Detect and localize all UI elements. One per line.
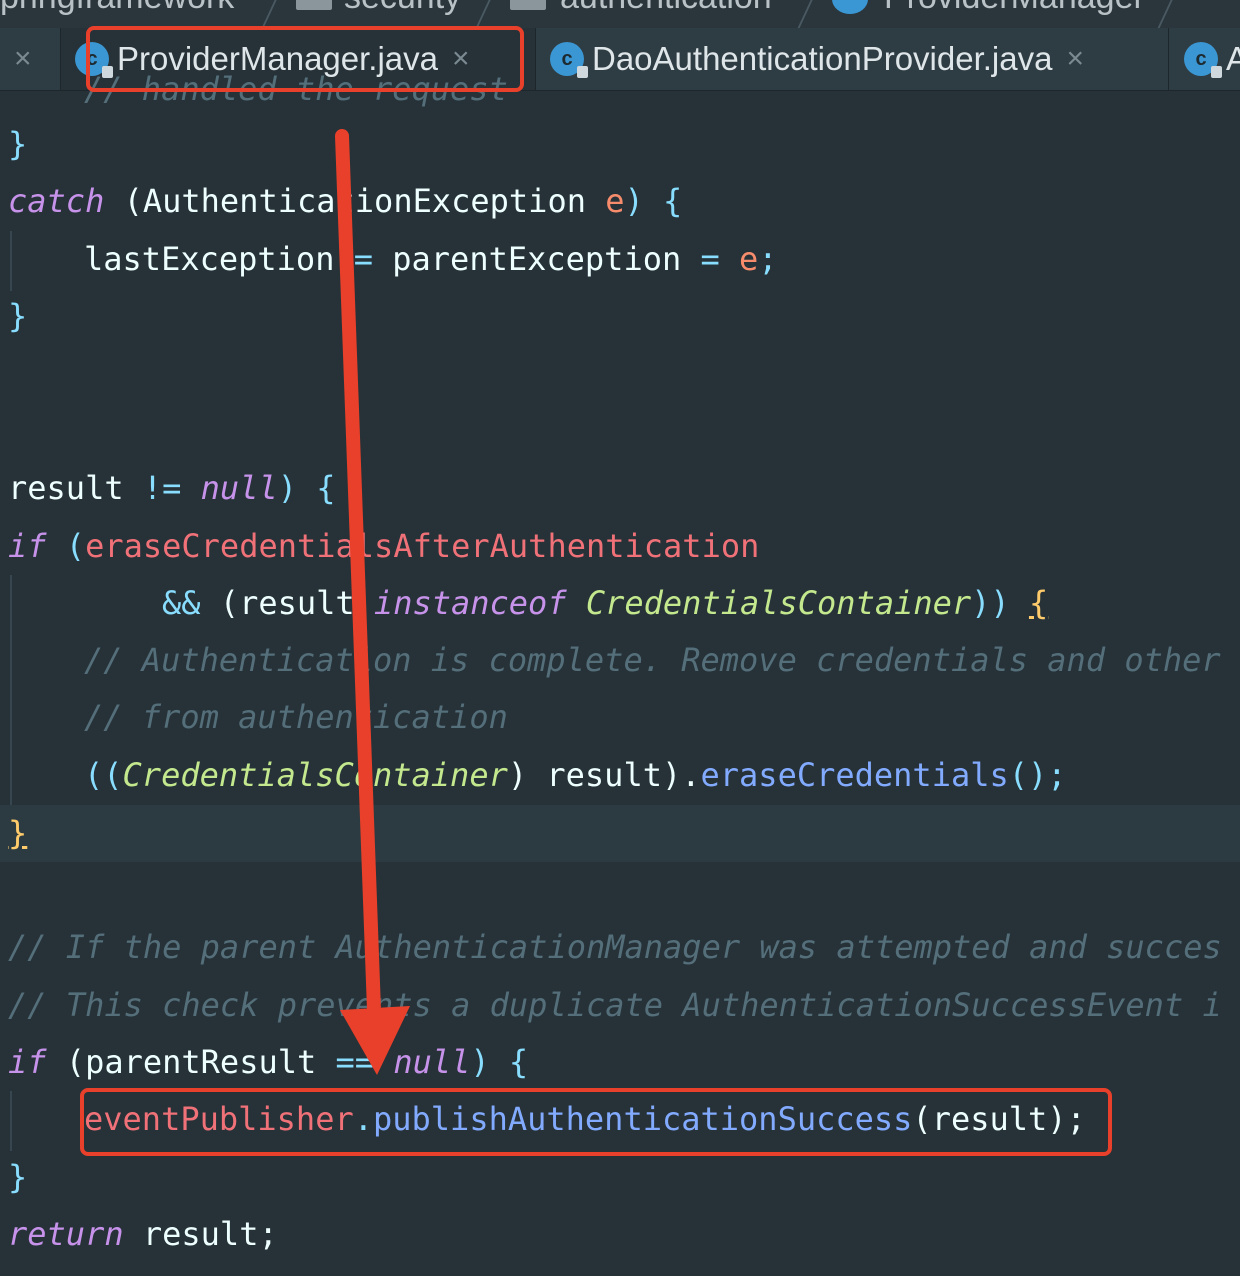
breadcrumb-item[interactable]: pringframework: [0, 0, 234, 17]
code-line: }: [8, 125, 28, 163]
code-keyword: catch: [8, 182, 105, 220]
code-text: (AuthenticationException: [104, 182, 606, 220]
folder-icon: [510, 0, 546, 10]
breadcrumb-separator: [474, 0, 496, 28]
code-operator: =: [334, 240, 393, 278]
tab-dao-authentication-provider[interactable]: c DaoAuthenticationProvider.java ×: [550, 28, 1084, 90]
code-text: (parentResult: [46, 1043, 336, 1081]
code-param: e: [605, 182, 625, 220]
breadcrumb-separator: [796, 0, 818, 28]
code-line: result != null) {: [8, 460, 336, 517]
current-line-highlight: [0, 805, 1240, 862]
code-brace-match: {: [1028, 584, 1049, 622]
code-variable: lastException: [84, 240, 335, 278]
code-text: result;: [123, 1215, 278, 1253]
code-variable: result: [8, 469, 143, 507]
code-text: ) {: [624, 182, 683, 220]
code-operator: !=: [142, 469, 182, 507]
code-text: ((: [84, 756, 123, 794]
code-param: e: [739, 240, 759, 278]
code-operator: ==: [335, 1043, 375, 1081]
breadcrumb-separator: [1156, 0, 1178, 28]
indent-guide: [10, 231, 12, 291]
breadcrumb-separator: [260, 0, 282, 28]
tab-label: DaoAuthenticationProvider.java: [592, 40, 1053, 77]
breadcrumb-item[interactable]: security: [344, 0, 461, 17]
code-line: }: [8, 297, 28, 335]
code-function: eraseCredentials: [700, 756, 1009, 794]
java-class-icon: c: [550, 42, 588, 78]
code-text: ();: [1008, 756, 1067, 794]
breadcrumb: pringframework security authentication P…: [0, 0, 1240, 28]
code-comment: // from authentication: [84, 698, 508, 736]
indent-guide: [10, 1091, 12, 1151]
java-class-icon: [832, 0, 868, 14]
breadcrumb-item[interactable]: authentication: [560, 0, 772, 17]
tab-divider: [1168, 28, 1169, 90]
code-highlight-box: [80, 1088, 1112, 1156]
tab-divider: [535, 28, 536, 90]
tab-highlight-box: [86, 26, 524, 92]
code-operator: &&: [162, 584, 201, 622]
code-line: lastException = parentException = e;: [84, 231, 778, 288]
code-keyword: return: [8, 1215, 124, 1253]
tab-previous-close[interactable]: ×: [14, 28, 32, 90]
java-class-icon: c: [1184, 42, 1222, 78]
code-line: return result;: [8, 1206, 278, 1263]
close-icon[interactable]: ×: [1066, 42, 1084, 76]
code-line: catch (AuthenticationException e) {: [8, 173, 682, 230]
code-comment: // Authentication is complete. Remove cr…: [84, 641, 1221, 679]
code-type: CredentialsContainer: [122, 756, 508, 794]
code-variable: parentException: [392, 240, 682, 278]
code-type: CredentialsContainer: [566, 584, 972, 622]
indent-guide: [10, 575, 12, 805]
code-keyword: if: [8, 1043, 47, 1081]
code-line: if (parentResult == null) {: [8, 1034, 528, 1091]
code-keyword: null: [374, 1043, 471, 1081]
code-line: && (result instanceof CredentialsContain…: [162, 575, 1048, 632]
code-operator: =: [681, 240, 740, 278]
code-text: ) result).: [507, 756, 701, 794]
code-keyword: if: [8, 527, 47, 565]
code-line: if (eraseCredentialsAfterAuthentication: [8, 518, 759, 575]
code-keyword: instanceof: [373, 584, 567, 622]
code-brace-match: }: [8, 814, 28, 852]
code-comment: // If the parent AuthenticationManager w…: [8, 928, 1222, 966]
tab-label: A: [1226, 40, 1240, 77]
code-text: (: [46, 527, 86, 565]
code-keyword: null: [181, 469, 278, 507]
tab-third[interactable]: c A: [1184, 28, 1240, 90]
code-text: )): [971, 584, 1029, 622]
close-icon[interactable]: ×: [14, 42, 32, 76]
code-line: }: [8, 1158, 28, 1196]
code-text: (result: [200, 584, 374, 622]
code-comment: // This check prevents a duplicate Authe…: [8, 986, 1222, 1024]
code-field: eraseCredentialsAfterAuthentication: [85, 527, 760, 565]
code-line: ((CredentialsContainer) result).eraseCre…: [84, 747, 1067, 804]
code-text: ) {: [470, 1043, 529, 1081]
code-text: ) {: [277, 469, 336, 507]
folder-icon: [296, 0, 332, 10]
breadcrumb-item[interactable]: ProviderManager: [884, 0, 1145, 17]
code-text: ;: [758, 240, 778, 278]
